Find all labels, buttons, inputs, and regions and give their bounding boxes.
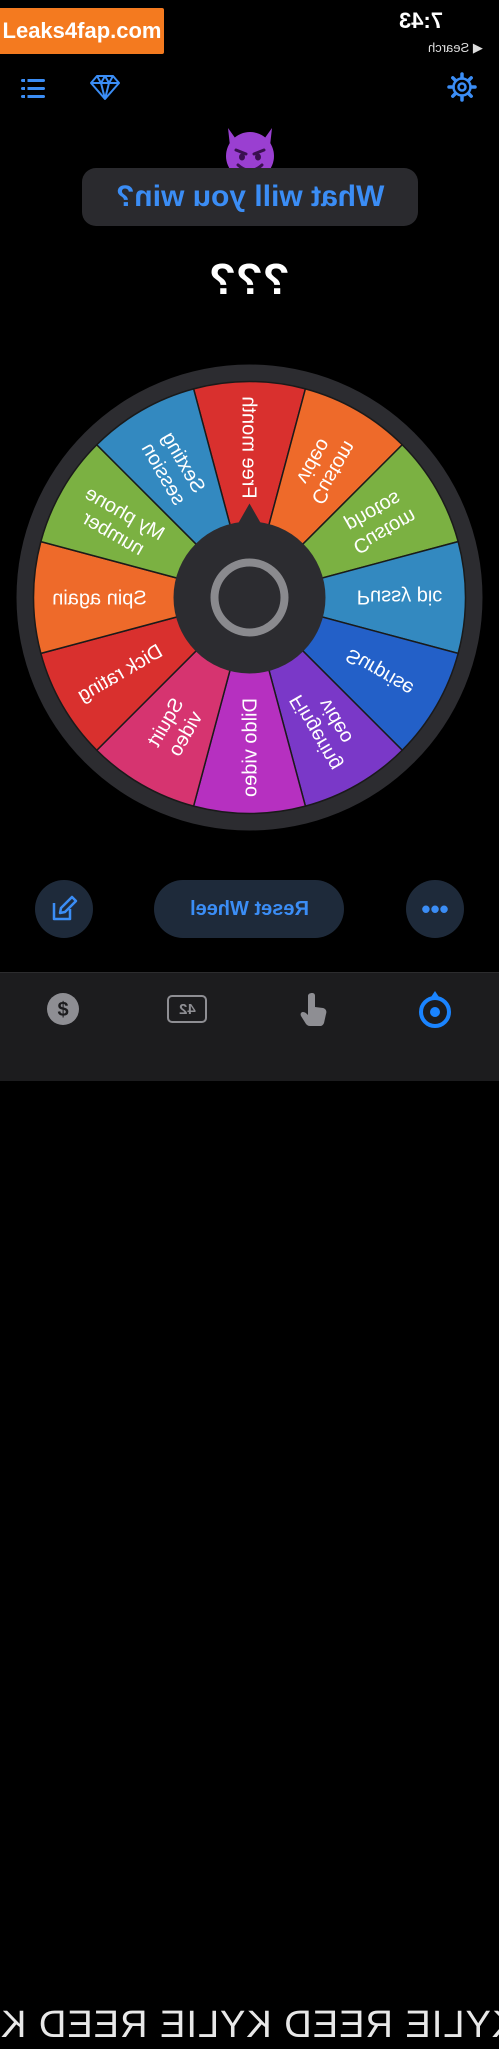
edit-icon xyxy=(52,895,78,921)
result-text: ??? xyxy=(209,255,290,304)
more-options-button[interactable]: ••• xyxy=(406,880,464,938)
counter-badge: 42 xyxy=(167,995,207,1023)
settings-button[interactable] xyxy=(445,70,479,104)
svg-text:$: $ xyxy=(57,999,68,1021)
title-banner: What will you win? xyxy=(82,168,418,226)
footer-text: KYLIE REED KYLIE REED KYLIE REED K xyxy=(0,2004,499,2046)
status-time: 7:43 xyxy=(398,8,443,33)
wheel-segment-label: Spin again xyxy=(52,588,147,610)
wheel-segment-label: Free month xyxy=(238,396,260,498)
wheel-segment-label: Dildo video xyxy=(240,698,262,797)
more-icon: ••• xyxy=(421,893,449,924)
back-to-search-link[interactable]: ◀ Search xyxy=(428,40,483,56)
spin-wheel-icon xyxy=(419,991,451,1028)
tab-count[interactable]: 42 xyxy=(162,989,212,1029)
page-title: What will you win? xyxy=(115,180,385,213)
wheel-segment-label: Pussy pic xyxy=(357,586,443,608)
footer-name-strip: KYLIE REED KYLIE REED KYLIE REED K xyxy=(0,2001,499,2049)
reset-wheel-button[interactable]: Reset Wheel xyxy=(154,880,344,938)
tab-bar: $ 42 KYLIE REED KYLIE REED KYLIE REED K xyxy=(0,972,499,2046)
spin-result: ??? xyxy=(0,255,499,305)
list-menu-button[interactable] xyxy=(18,72,52,106)
tab-dollar[interactable]: $ xyxy=(38,989,88,1029)
hand-pointer-icon xyxy=(300,993,327,1026)
premium-button[interactable] xyxy=(88,70,122,104)
diamond-icon xyxy=(90,75,120,100)
counter-value: 42 xyxy=(178,1000,196,1018)
edit-wheel-button[interactable] xyxy=(35,880,93,938)
watermark-logo: Leaks4fap.com xyxy=(0,8,164,54)
prize-wheel[interactable]: Free month CustomvideoCustomphotosPussy p… xyxy=(16,364,483,831)
reset-wheel-label: Reset Wheel xyxy=(189,897,309,920)
wheel-hub[interactable] xyxy=(173,521,326,674)
tab-spin[interactable] xyxy=(410,989,460,1029)
gear-icon xyxy=(447,72,477,102)
dollar-coin-icon: $ xyxy=(47,993,79,1025)
tab-tap[interactable] xyxy=(289,989,339,1029)
list-icon xyxy=(21,78,45,99)
